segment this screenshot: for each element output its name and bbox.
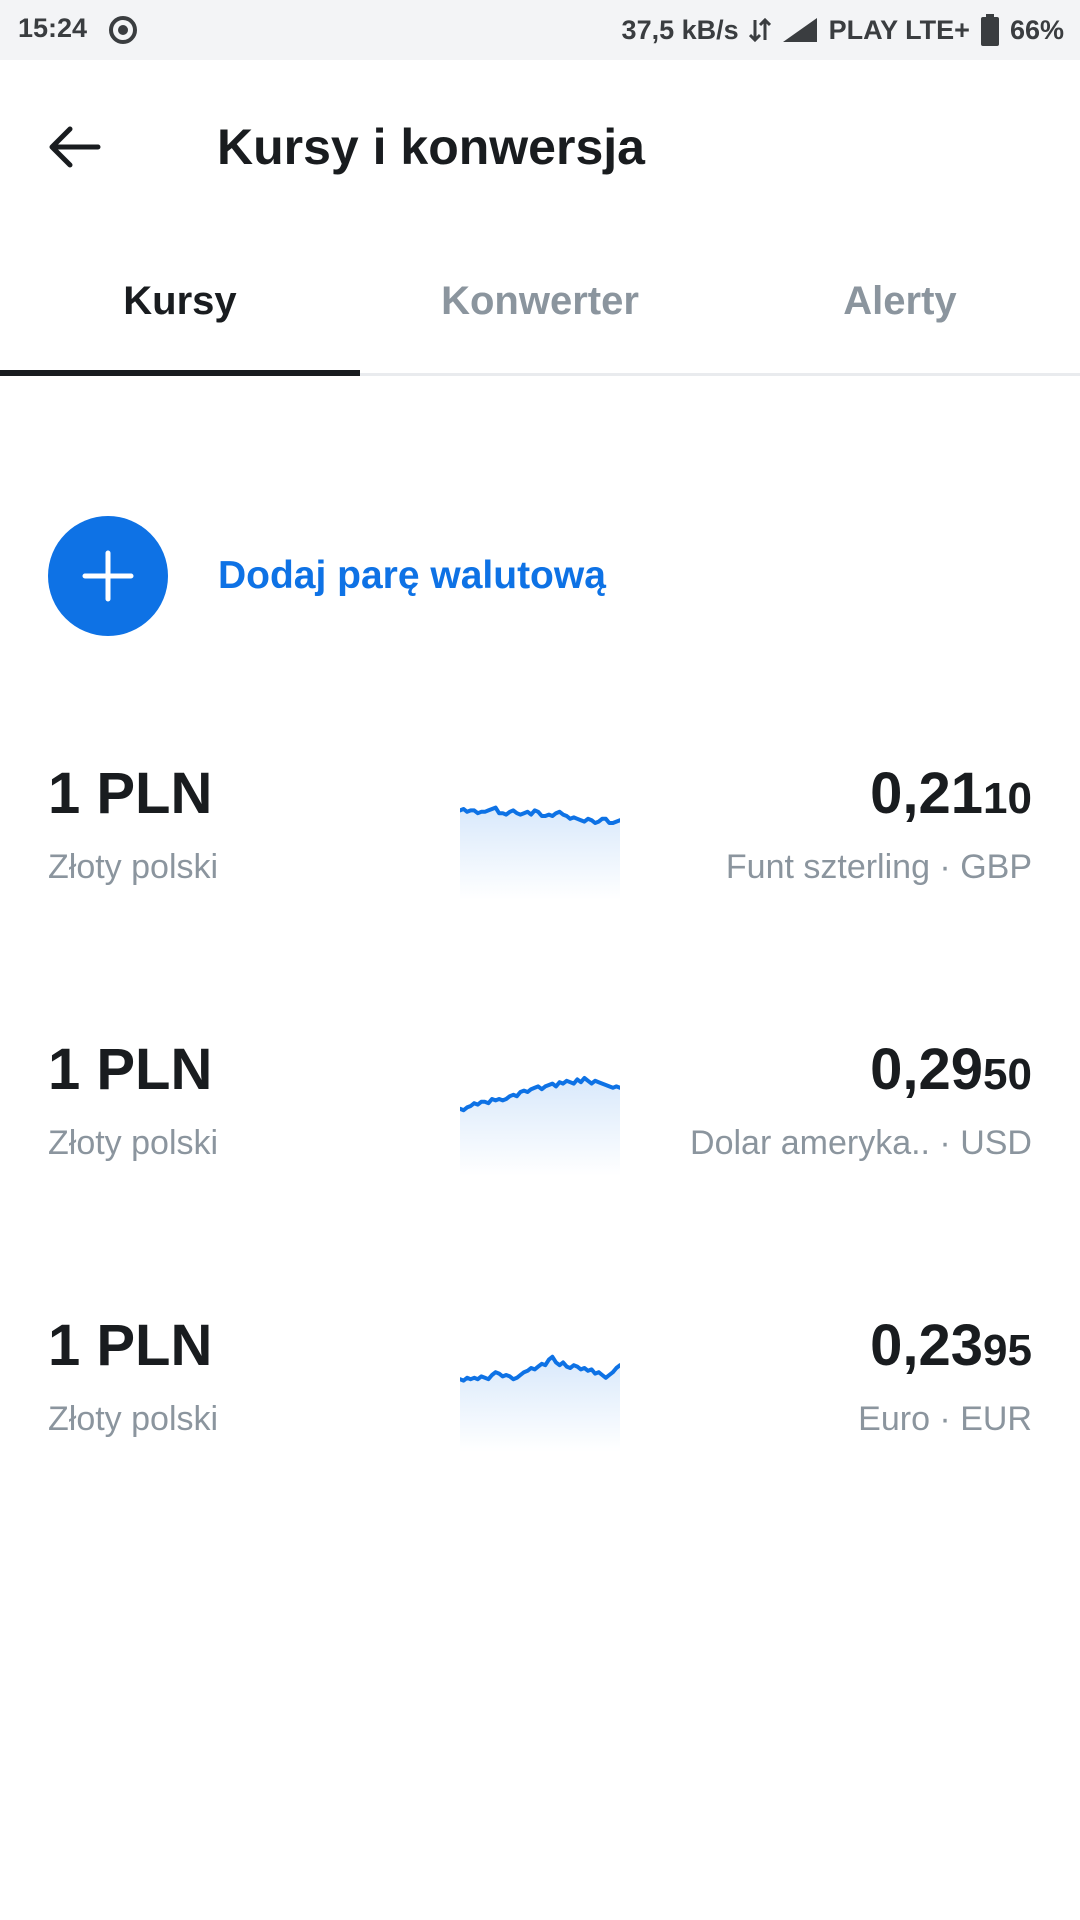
tab-alerty[interactable]: Alerty xyxy=(720,230,1080,373)
trend-sparkline xyxy=(460,1354,620,1452)
quote-currency-description: Euro · EUR xyxy=(858,1400,1032,1438)
add-currency-pair-button[interactable]: Dodaj parę walutową xyxy=(48,515,606,637)
base-amount: 1 PLN xyxy=(48,761,213,826)
quote-currency-description: Dolar ameryka.. · USD xyxy=(690,1124,1032,1162)
status-bar: 15:24 37,5 kB/s PLAY LTE+ 66% xyxy=(0,0,1080,60)
app-bar: Kursy i konwersja xyxy=(0,60,1080,230)
status-time: 15:24 xyxy=(18,13,88,43)
tab-konwerter[interactable]: Konwerter xyxy=(360,230,720,373)
base-currency-name: Złoty polski xyxy=(48,1124,219,1162)
tab-kursy[interactable]: Kursy xyxy=(0,230,360,373)
rate-value-minor: 95 xyxy=(983,1326,1032,1375)
net-speed: 37,5 kB/s xyxy=(621,14,739,45)
quote-currency-description: Funt szterling · GBP xyxy=(725,848,1032,886)
base-currency-name: Złoty polski xyxy=(48,1400,219,1438)
sparkline-area xyxy=(460,1356,620,1452)
battery-level: 66% xyxy=(1009,14,1064,45)
tab-label: Kursy xyxy=(123,279,237,323)
rate-row[interactable]: 1 PLN Złoty polski 0,2950 Dolar ameryka.… xyxy=(0,1036,1080,1236)
page-title: Kursy i konwersja xyxy=(217,119,645,175)
carrier-label: PLAY LTE+ xyxy=(828,14,970,45)
back-button[interactable] xyxy=(36,112,116,182)
sparkline-area xyxy=(460,1078,620,1176)
sync-circle-icon xyxy=(109,16,137,44)
rate-value: 0,2950 xyxy=(870,1036,1032,1103)
trend-sparkline xyxy=(460,1076,620,1176)
rate-row[interactable]: 1 PLN Złoty polski 0,2395 Euro · EUR xyxy=(0,1312,1080,1512)
rate-value: 0,2110 xyxy=(870,760,1032,827)
rate-value-minor: 50 xyxy=(983,1050,1032,1099)
tab-label: Konwerter xyxy=(441,279,639,323)
plus-icon xyxy=(82,550,134,602)
battery-icon xyxy=(980,14,999,46)
tab-label: Alerty xyxy=(843,279,957,323)
tab-bar: Kursy Konwerter Alerty xyxy=(0,230,1080,376)
signal-icon xyxy=(782,18,817,42)
add-pair-label: Dodaj parę walutową xyxy=(218,554,606,597)
rate-value-major: 0,29 xyxy=(870,1037,984,1102)
rate-value: 0,2395 xyxy=(870,1312,1032,1379)
status-indicators: 37,5 kB/s PLAY LTE+ 66% xyxy=(622,13,1064,47)
trend-sparkline xyxy=(460,805,620,900)
rate-row[interactable]: 1 PLN Złoty polski 0,2110 Funt szterling… xyxy=(0,760,1080,960)
rate-value-major: 0,23 xyxy=(870,1313,984,1378)
base-currency-name: Złoty polski xyxy=(48,848,219,886)
active-tab-indicator xyxy=(0,370,360,376)
rate-value-major: 0,21 xyxy=(870,761,984,826)
back-arrow-icon xyxy=(49,126,101,168)
add-button-circle[interactable] xyxy=(48,516,168,636)
base-amount: 1 PLN xyxy=(48,1313,213,1378)
data-arrows-icon xyxy=(748,17,771,43)
base-amount: 1 PLN xyxy=(48,1037,213,1102)
rate-value-minor: 10 xyxy=(983,774,1032,823)
